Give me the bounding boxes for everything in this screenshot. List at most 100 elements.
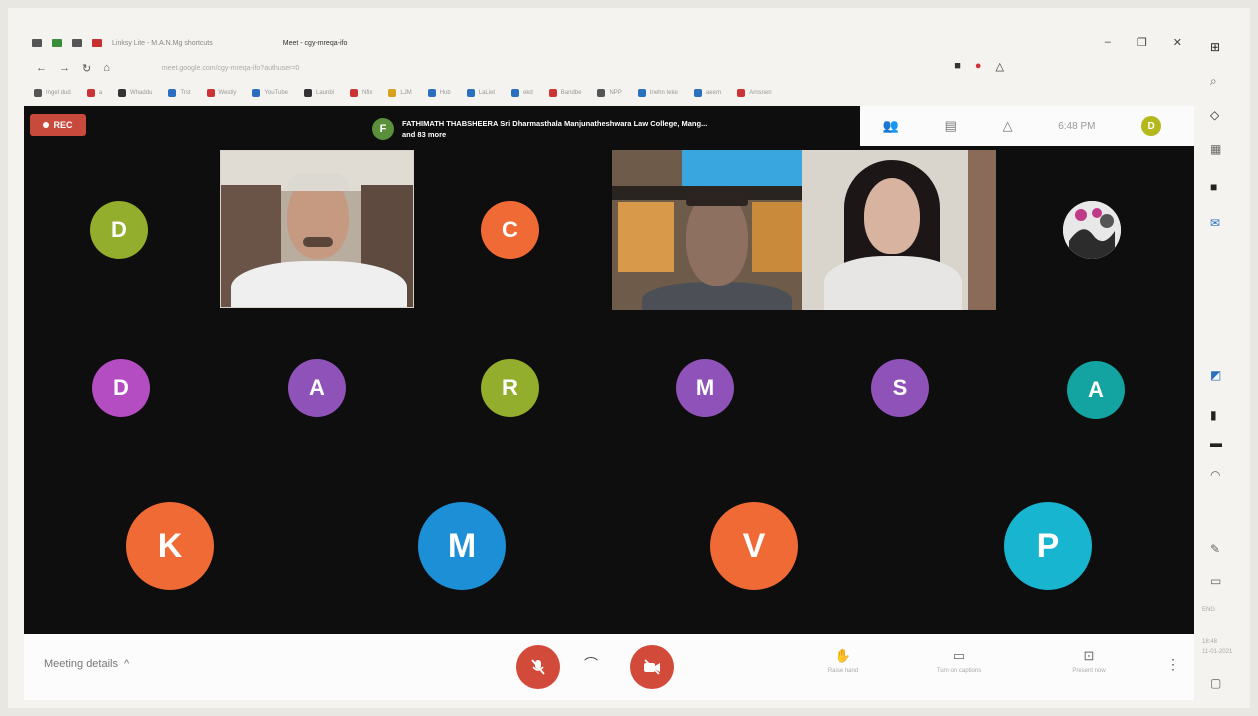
camera-indicator-icon[interactable]: ■ bbox=[954, 60, 961, 73]
raise-hand-button[interactable]: ✋ Raise hand bbox=[808, 648, 878, 674]
bookmark-item[interactable]: LJM bbox=[388, 89, 412, 97]
present-button[interactable]: ⊡ Present now bbox=[1054, 648, 1124, 674]
participant-photo-avatar[interactable] bbox=[1063, 201, 1121, 259]
participant-avatar[interactable]: R bbox=[481, 359, 539, 417]
raise-hand-icon: ✋ bbox=[834, 648, 852, 663]
captions-button[interactable]: ▭ Turn on captions bbox=[914, 648, 1004, 674]
bookmark-item[interactable]: Trst bbox=[168, 89, 191, 97]
participant-avatar[interactable]: V bbox=[710, 502, 798, 590]
bookmark-item[interactable]: aeern bbox=[693, 89, 722, 97]
bookmark-item[interactable]: YouTube bbox=[252, 89, 288, 97]
more-options-button[interactable]: ⋮ bbox=[1166, 656, 1180, 673]
activities-icon[interactable]: △ bbox=[1003, 118, 1013, 134]
bookmark-favicon-icon bbox=[86, 89, 95, 97]
bookmark-item[interactable]: Hub bbox=[427, 89, 451, 97]
participant-avatar[interactable]: M bbox=[676, 359, 734, 417]
mic-off-icon bbox=[531, 659, 545, 675]
meeting-details-button[interactable]: Meeting details ^ bbox=[44, 658, 129, 670]
hangup-button[interactable]: ⌒ bbox=[584, 654, 598, 674]
people-icon[interactable]: 👥 bbox=[883, 118, 899, 134]
participant-avatar[interactable]: M bbox=[418, 502, 506, 590]
participant-shirt bbox=[824, 256, 962, 310]
close-button[interactable]: ✕ bbox=[1173, 36, 1182, 49]
participant-avatar[interactable]: S bbox=[871, 359, 929, 417]
app-icon[interactable]: ■ bbox=[1210, 180, 1217, 194]
bookmark-label: Hub bbox=[439, 90, 451, 96]
taskbar-date[interactable]: 11-01-2021 bbox=[1202, 648, 1232, 657]
browser-tab-bar: Linksy Lite - M.A.N.Mg shortcuts Meet - … bbox=[24, 30, 1194, 56]
recording-indicator-icon[interactable]: ● bbox=[975, 60, 982, 73]
bookmark-item[interactable]: Bandbe bbox=[548, 89, 581, 97]
participant-avatar[interactable]: D bbox=[90, 201, 148, 259]
participant-avatar[interactable]: K bbox=[126, 502, 214, 590]
notifications-icon[interactable]: ▢ bbox=[1210, 676, 1221, 690]
presenter-name: FATHIMATH THABSHEERA Sri Dharmasthala Ma… bbox=[402, 118, 707, 140]
video-background bbox=[752, 202, 802, 272]
presenter-banner: F FATHIMATH THABSHEERA Sri Dharmasthala … bbox=[372, 112, 842, 146]
participant-avatar[interactable]: A bbox=[1067, 361, 1125, 419]
forward-icon[interactable]: → bbox=[59, 62, 70, 74]
participant-avatar[interactable]: C bbox=[481, 201, 539, 259]
bookmark-item[interactable]: Arnsnen bbox=[737, 89, 772, 97]
participant-avatar[interactable]: P bbox=[1004, 502, 1092, 590]
bookmark-item[interactable]: Westly bbox=[206, 89, 236, 97]
meeting-grid: REC F FATHIMATH THABSHEERA Sri Dharmasth… bbox=[24, 106, 1194, 634]
taskbar-lang[interactable]: ENG bbox=[1202, 606, 1215, 615]
bookmark-item[interactable]: Nfix bbox=[350, 89, 372, 97]
presenter-line1: FATHIMATH THABSHEERA Sri Dharmasthala Ma… bbox=[402, 119, 708, 128]
home-icon[interactable]: ⌂ bbox=[103, 62, 110, 74]
battery-icon[interactable]: ▮ bbox=[1210, 408, 1217, 422]
store-icon[interactable]: ▦ bbox=[1210, 142, 1221, 156]
tab-favicon-icon bbox=[72, 39, 82, 47]
chat-icon[interactable]: ▤ bbox=[945, 118, 957, 134]
bookmark-item[interactable]: NPP bbox=[597, 89, 622, 97]
reload-icon[interactable]: ↻ bbox=[82, 62, 91, 75]
volume-icon[interactable]: ▬ bbox=[1210, 436, 1222, 450]
meeting-control-bar: Meeting details ^ ⌒ ✋ Raise hand ▭ Turn … bbox=[24, 634, 1194, 700]
pen-icon[interactable]: ✎ bbox=[1210, 542, 1220, 556]
profile-picture-icon bbox=[1063, 201, 1121, 259]
self-avatar[interactable]: D bbox=[1141, 116, 1162, 136]
bookmark-item[interactable]: LaLiet bbox=[466, 89, 495, 97]
participant-video-tile[interactable] bbox=[612, 150, 996, 310]
captions-icon: ▭ bbox=[952, 648, 966, 663]
mic-toggle-button[interactable] bbox=[516, 645, 560, 689]
bookmark-favicon-icon bbox=[252, 89, 261, 97]
wifi-icon[interactable]: ◠ bbox=[1210, 468, 1220, 482]
tab-favicon-icon bbox=[92, 39, 102, 47]
url-field[interactable]: meet.google.com/cgy-mreqa-ifo?authuser=0 bbox=[162, 65, 300, 72]
bookmark-favicon-icon bbox=[511, 89, 520, 97]
bookmark-item[interactable]: Whaddu bbox=[118, 89, 152, 97]
restore-button[interactable]: ❐ bbox=[1137, 36, 1147, 49]
bookmark-item[interactable]: Inehn teke bbox=[637, 89, 678, 97]
presenter-line2: and 83 more bbox=[402, 130, 447, 139]
more-vert-icon: ⋮ bbox=[1166, 656, 1180, 672]
participant-avatar[interactable]: A bbox=[288, 359, 346, 417]
mail-icon[interactable]: ✉ bbox=[1210, 216, 1220, 230]
bookmark-label: LJM bbox=[400, 90, 412, 96]
participant-face bbox=[864, 178, 920, 254]
alert-icon[interactable]: △ bbox=[996, 60, 1004, 73]
participant-avatar[interactable]: D bbox=[92, 359, 150, 417]
minimize-button[interactable]: – bbox=[1105, 36, 1111, 49]
taskbar-clock[interactable]: 18:48 bbox=[1202, 638, 1217, 647]
bookmark-item[interactable]: a bbox=[86, 89, 102, 97]
bookmark-item[interactable]: ekd bbox=[511, 89, 533, 97]
network-icon[interactable]: ◩ bbox=[1210, 368, 1221, 382]
bookmark-label: Inehn teke bbox=[649, 90, 678, 96]
bookmark-label: aeern bbox=[705, 90, 722, 96]
back-icon[interactable]: ← bbox=[36, 62, 47, 74]
camera-toggle-button[interactable] bbox=[630, 645, 674, 689]
participant-video-tile[interactable] bbox=[220, 150, 414, 308]
tab-linksy[interactable]: Linksy Lite - M.A.N.Mg shortcuts bbox=[112, 40, 213, 47]
bookmark-favicon-icon bbox=[388, 89, 397, 97]
windows-icon[interactable]: ⊞ bbox=[1210, 40, 1220, 54]
keyboard-icon[interactable]: ▭ bbox=[1210, 574, 1221, 588]
search-icon[interactable]: ⌕ bbox=[1210, 74, 1217, 89]
tab-meet[interactable]: Meet - cgy-mreqa-ifo bbox=[283, 40, 348, 47]
bookmark-item[interactable]: Ingel dud bbox=[34, 89, 71, 97]
bookmark-item[interactable]: Launbl bbox=[304, 89, 334, 97]
shield-icon[interactable]: ◇ bbox=[1210, 108, 1219, 122]
presenter-avatar: F bbox=[372, 118, 394, 140]
bookmark-favicon-icon bbox=[118, 89, 127, 97]
